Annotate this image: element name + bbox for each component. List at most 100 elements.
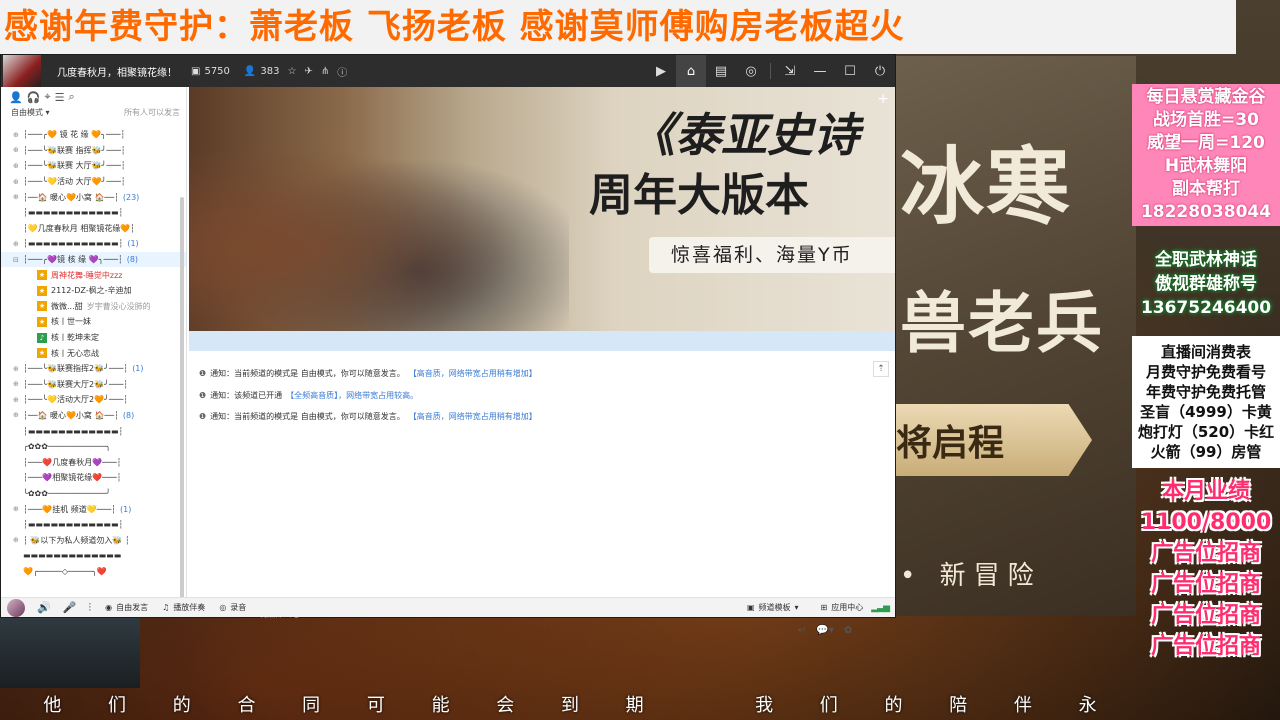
- game-title-line1: 冰寒: [900, 137, 1073, 236]
- app-center-button[interactable]: ⊞ 应用中心: [821, 602, 864, 613]
- pin-icon[interactable]: ⇡: [873, 361, 889, 377]
- star-icon[interactable]: ☆: [287, 66, 296, 77]
- channel-item[interactable]: ⊕ ┆──🏠 暖心🧡小窝 🏠──┆ (8): [1, 408, 186, 424]
- maximize-icon[interactable]: ☐: [835, 55, 865, 87]
- expand-icon[interactable]: ⊕: [13, 396, 23, 404]
- ad-line: 炮打灯（520）卡红: [1137, 423, 1275, 441]
- sidebar-scrollbar[interactable]: [180, 197, 184, 607]
- channel-item[interactable]: ⊕ ┆───╰🐝联赛 指挥🐝╯───┆: [1, 143, 186, 159]
- list-icon[interactable]: ☰: [55, 91, 65, 104]
- expand-icon[interactable]: ⊕: [13, 162, 23, 170]
- channel-item[interactable]: ⊕ ┆───╰🐝联赛 大厅🐝╯───┆: [1, 158, 186, 174]
- notice-text: 通知：当前频道的模式是 自由模式，你可以随意发言。: [210, 369, 405, 379]
- channel-item[interactable]: ⊕ ┆ 🐝以下为私人频道勿入🐝 ┆: [1, 532, 186, 548]
- role-badge-icon: ★: [37, 270, 47, 281]
- music-button[interactable]: ♫ 播放伴奏: [162, 602, 205, 613]
- location-icon[interactable]: ⌖: [44, 90, 50, 104]
- member-item[interactable]: ★ 周神花舞-睡觉中zzz: [1, 267, 186, 283]
- subtitle-char: 合: [237, 695, 256, 716]
- channel-avatar[interactable]: [3, 55, 41, 87]
- channel-item[interactable]: ┆▬▬▬▬▬▬▬▬▬▬▬▬┆: [1, 423, 186, 439]
- channel-label: ┆ 🐝以下为私人频道勿入🐝 ┆: [23, 535, 130, 545]
- board-icon[interactable]: ▤: [706, 55, 736, 87]
- user-count-value: 383: [260, 65, 280, 77]
- channel-item[interactable]: ╰✿✿✿────────────╯: [1, 486, 186, 502]
- expand-icon[interactable]: ⊕: [13, 131, 23, 139]
- notice-link[interactable]: 【全频高音质】，网络带宽占用较高。: [286, 390, 418, 401]
- banner-bottom-strip: [189, 331, 895, 351]
- member-item[interactable]: ♪ 核丨乾坤未定: [1, 330, 186, 346]
- collapse-icon[interactable]: ⊟: [13, 256, 23, 264]
- power-icon[interactable]: ⏻: [865, 55, 895, 87]
- member-name: 周神花舞-睡觉中zzz: [51, 270, 123, 280]
- enter-icon[interactable]: ↵: [798, 625, 806, 636]
- channel-label: ┆───╰🐝联赛 指挥🐝╯───┆: [23, 145, 126, 155]
- channel-item[interactable]: ▬▬▬▬▬▬▬▬▬▬▬▬▬: [1, 548, 186, 564]
- plus-icon[interactable]: +: [877, 91, 889, 107]
- channel-item[interactable]: ⊕ ┆───╰🐝联赛指挥2🐝╯───┆ (1): [1, 361, 186, 377]
- subtitle-char: 我: [755, 695, 774, 716]
- channel-count: (8): [122, 410, 135, 420]
- notice-link[interactable]: 【高音质，网络带宽占用稍有增加】: [409, 411, 537, 422]
- expand-icon[interactable]: ⊕: [13, 380, 23, 388]
- channel-item[interactable]: ┆▬▬▬▬▬▬▬▬▬▬▬▬┆: [1, 205, 186, 221]
- mode-selector[interactable]: 自由模式 ▾: [11, 107, 50, 119]
- channel-item[interactable]: ⊕ ┆───╰🐝联赛大厅2🐝╯───┆: [1, 377, 186, 393]
- title-bar: 几度春秋月，相聚镜花缘！ ▣ 5750 👤 383 ☆ ✈ ⋔ ⓘ ▶ ⌂ ▤ ◎ …: [1, 55, 895, 87]
- promo-banner[interactable]: 《泰亚史诗 周年大版本 惊喜福利、海量Y币 +: [189, 87, 895, 331]
- channel-item[interactable]: ┆───❤️几度春秋月💜───┆: [1, 454, 186, 470]
- channel-item[interactable]: ⊕ ┆──🏠 暖心🧡小窝 🏠──┆ (23): [1, 189, 186, 205]
- channel-item[interactable]: ┆▬▬▬▬▬▬▬▬▬▬▬▬┆: [1, 517, 186, 533]
- channel-item[interactable]: ╭✿✿✿────────────╮: [1, 439, 186, 455]
- channel-item[interactable]: ⊕ ┆───🧡挂机 频道💛───┆ (1): [1, 501, 186, 517]
- expand-icon[interactable]: ⊕: [13, 411, 23, 419]
- microphone-icon[interactable]: 🎤: [63, 601, 77, 614]
- info-icon[interactable]: ⓘ: [337, 64, 347, 79]
- expand-icon[interactable]: ⊕: [13, 505, 23, 513]
- person-icon[interactable]: 👤: [9, 91, 23, 104]
- channel-item[interactable]: ⊕ ┆───╰💛活动大厅2🧡╯───┆: [1, 392, 186, 408]
- subtitle-char: 们: [819, 695, 838, 716]
- member-item[interactable]: ★ 2112-DZ-枫之-辛迪加: [1, 283, 186, 299]
- free-speak-button[interactable]: ◉ 自由发言: [105, 602, 148, 613]
- collapse-icon[interactable]: ⇲: [775, 55, 805, 87]
- channel-item[interactable]: 🧡╭─────◇─────╮❤️: [1, 564, 186, 580]
- ad-pink-block: 每日悬赏藏金谷 战场首胜=30 威望一周=120 H武林舞阳 副本帮打 1822…: [1132, 84, 1280, 226]
- member-signature: 岁宇曹没心没肺的: [86, 301, 151, 311]
- headset-icon[interactable]: 🎧: [27, 91, 41, 104]
- chat-bubble-icon[interactable]: 💬▾: [816, 625, 833, 636]
- video-icon[interactable]: ▶: [646, 55, 676, 87]
- expand-icon[interactable]: ⊕: [13, 240, 23, 248]
- expand-icon[interactable]: ⊕: [13, 146, 23, 154]
- expand-icon[interactable]: ⊕: [13, 193, 23, 201]
- share-icon[interactable]: ⋔: [321, 66, 329, 77]
- search-icon[interactable]: ⌕: [68, 90, 74, 104]
- equalizer-icon[interactable]: ⫶: [88, 601, 91, 615]
- channel-template-button[interactable]: ▣ 频道模板 ▾: [747, 602, 799, 613]
- expand-icon[interactable]: ⊕: [13, 536, 23, 544]
- home-icon[interactable]: ⌂: [676, 55, 706, 87]
- member-item[interactable]: ★ 微微...甜 岁宇曹没心没肺的: [1, 299, 186, 315]
- separator: [770, 63, 771, 79]
- music-label: 播放伴奏: [173, 603, 206, 612]
- channel-item[interactable]: ⊕ ┆▬▬▬▬▬▬▬▬▬▬▬▬┆ (1): [1, 236, 186, 252]
- channel-item[interactable]: ┆💛几度春秋月 相聚镜花缘🧡┆: [1, 221, 186, 237]
- expand-icon[interactable]: ⊕: [13, 178, 23, 186]
- member-item[interactable]: ★ 核丨无心恋战: [1, 345, 186, 361]
- channel-item[interactable]: ┆───💜相聚镜花缘❤️───┆: [1, 470, 186, 486]
- flower-icon[interactable]: ✿: [844, 625, 852, 636]
- minimize-icon[interactable]: —: [805, 55, 835, 87]
- speaker-icon[interactable]: 🔊: [37, 601, 51, 614]
- notice-item: ❶ 通知：该频道已开通 【全频高音质】，网络带宽占用较高。: [199, 385, 889, 407]
- record-icon: ◎: [219, 603, 227, 612]
- channel-item[interactable]: ⊕ ┆───╰💛活动 大厅🧡╯───┆: [1, 174, 186, 190]
- plane-icon[interactable]: ✈: [304, 66, 312, 77]
- gamepad-icon[interactable]: ◎: [736, 55, 766, 87]
- channel-item[interactable]: ⊕ ┆───╭🧡 镜 花 缘 🧡╮───┆: [1, 127, 186, 143]
- channel-item-active[interactable]: ⊟ ┆───╭💜镜 核 缘 💜╮───┆ (8): [1, 251, 186, 268]
- notice-link[interactable]: 【高音质，网络带宽占用稍有增加】: [409, 368, 537, 379]
- expand-icon[interactable]: ⊕: [13, 365, 23, 373]
- record-button[interactable]: ◎ 录音: [219, 602, 246, 613]
- member-item[interactable]: ★ 核丨世一妹: [1, 314, 186, 330]
- user-avatar[interactable]: [7, 598, 25, 617]
